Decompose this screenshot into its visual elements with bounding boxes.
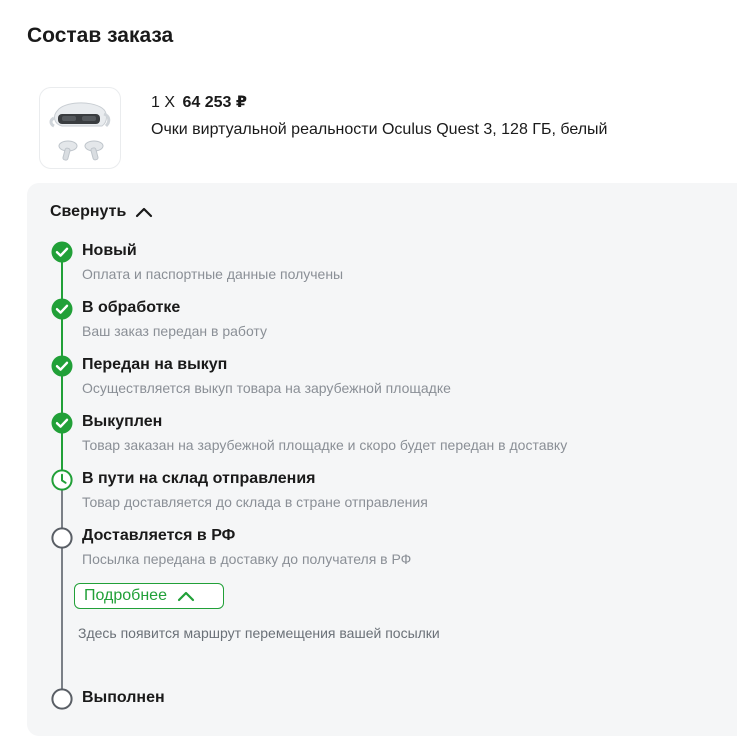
vr-headset-icon <box>49 102 111 161</box>
more-details-label: Подробнее <box>84 587 167 604</box>
collapse-label: Свернуть <box>50 203 127 220</box>
collapse-toggle[interactable]: Свернуть <box>50 203 153 221</box>
product-name[interactable]: Очки виртуальной реальности Oculus Quest… <box>151 121 607 139</box>
step-title: Новый <box>82 242 137 259</box>
step-title: Передан на выкуп <box>82 356 228 373</box>
step-title: Выполнен <box>82 689 165 706</box>
product-quantity-price: 1 X 64 253 ₽ <box>151 92 247 112</box>
check-circle-icon <box>51 241 73 263</box>
chevron-up-icon <box>177 591 195 602</box>
step-description: Товар заказан на зарубежной площадке и с… <box>82 437 568 453</box>
clock-icon <box>51 469 73 491</box>
check-circle-icon <box>51 298 73 320</box>
step-description: Посылка передана в доставку до получател… <box>82 551 412 567</box>
step-description: Оплата и паспортные данные получены <box>82 266 344 282</box>
step-title: Выкуплен <box>82 413 163 430</box>
step-title: Доставляется в РФ <box>82 527 236 544</box>
check-circle-icon <box>51 355 73 377</box>
product-price: 64 253 ₽ <box>182 94 247 111</box>
empty-circle-icon <box>51 527 73 549</box>
step-title: В обработке <box>82 299 181 316</box>
empty-circle-icon <box>51 688 73 710</box>
step-title: В пути на склад отправления <box>82 470 316 487</box>
step-description: Осуществляется выкуп товара на зарубежно… <box>82 380 451 396</box>
step-description: Ваш заказ передан в работу <box>82 323 267 339</box>
check-circle-icon <box>51 412 73 434</box>
step-description: Товар доставляется до склада в стране от… <box>82 494 428 510</box>
route-placeholder-text: Здесь появится маршрут перемещения вашей… <box>78 625 440 641</box>
section-title: Состав заказа <box>27 24 174 47</box>
product-thumbnail[interactable] <box>39 87 121 169</box>
timeline-rail-pending <box>61 490 63 689</box>
more-details-button[interactable]: Подробнее <box>74 583 224 609</box>
chevron-up-icon <box>136 207 153 218</box>
product-quantity: 1 X <box>151 94 176 111</box>
